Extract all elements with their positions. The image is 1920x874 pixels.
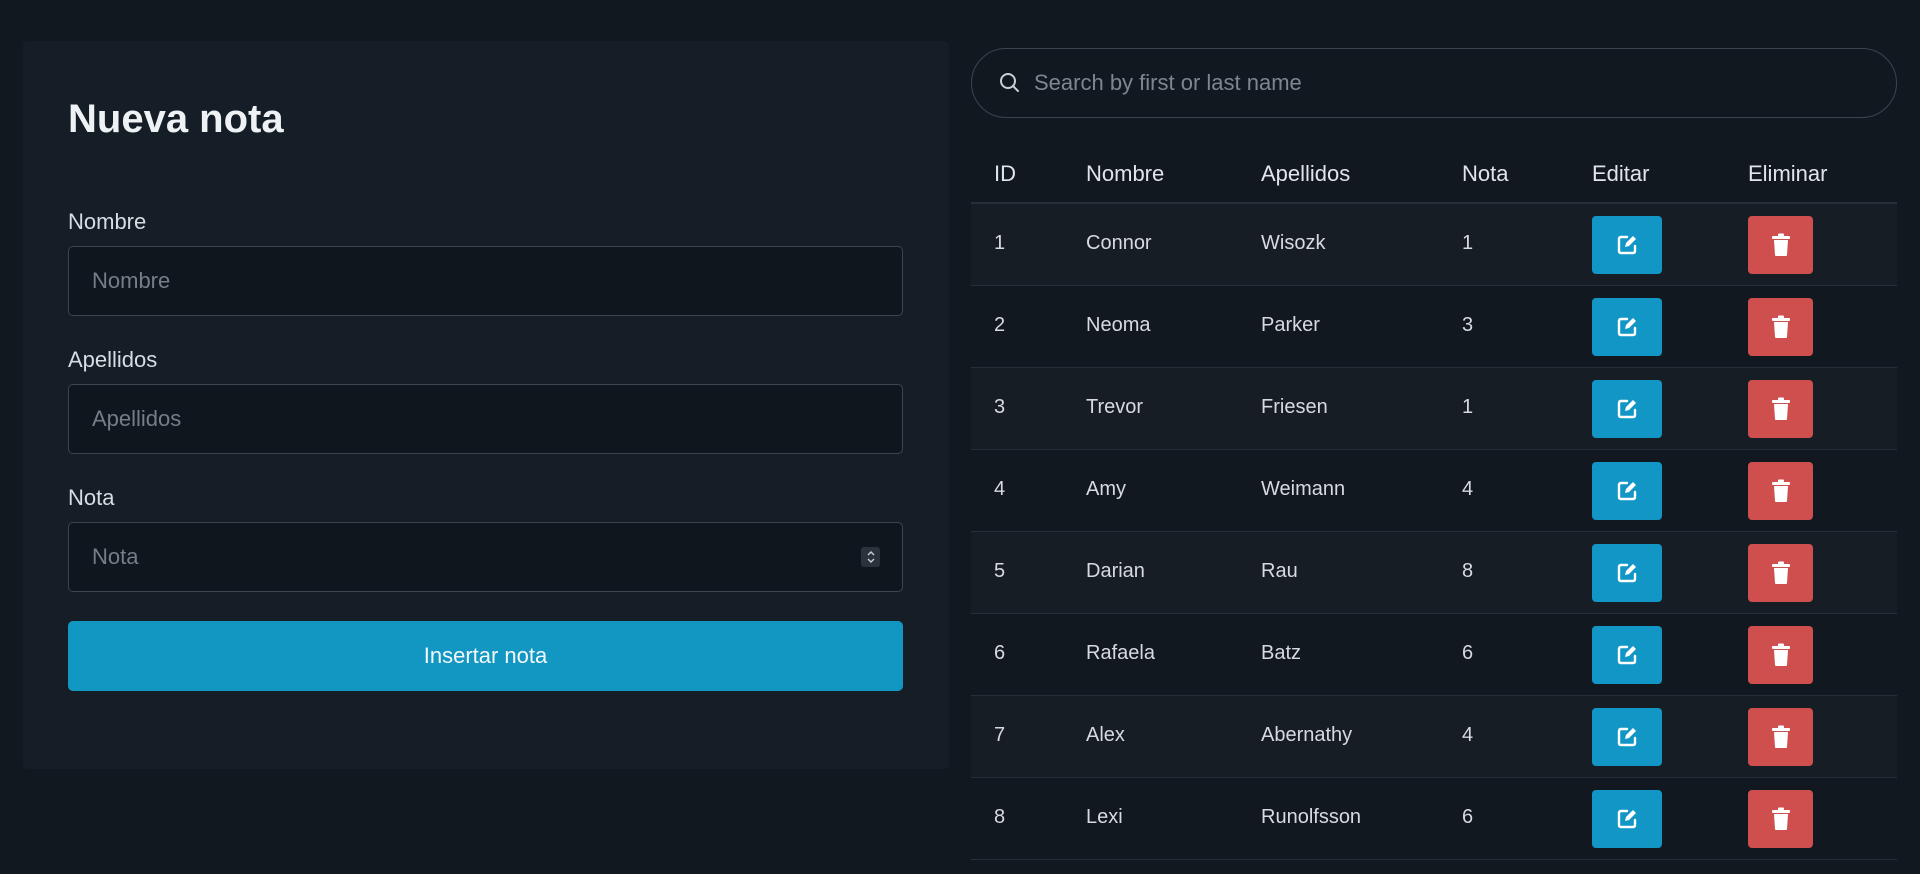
- cell-nota: 1: [1462, 396, 1474, 418]
- cell-apellidos: Abernathy: [1261, 724, 1353, 746]
- edit-button[interactable]: [1592, 380, 1662, 438]
- table-row: 1 Connor Wisozk 1: [971, 204, 1897, 286]
- trash-icon: [1771, 561, 1790, 584]
- cell-nota: 4: [1462, 724, 1474, 746]
- search-input[interactable]: [1034, 49, 1874, 117]
- cell-id: 8: [994, 806, 1006, 828]
- edit-button[interactable]: [1592, 626, 1662, 684]
- edit-icon: [1617, 727, 1637, 747]
- table-row: 2 Neoma Parker 3: [971, 286, 1897, 368]
- delete-button[interactable]: [1748, 380, 1813, 438]
- cell-apellidos: Friesen: [1261, 396, 1328, 418]
- cell-nota: 6: [1462, 642, 1474, 664]
- search-icon: [1000, 73, 1019, 92]
- cell-nota: 8: [1462, 560, 1474, 582]
- cell-nota: 6: [1462, 806, 1474, 828]
- search-bar[interactable]: [971, 48, 1897, 118]
- trash-icon: [1771, 233, 1790, 256]
- cell-nombre: Darian: [1086, 560, 1145, 582]
- cell-nombre: Trevor: [1086, 396, 1144, 418]
- delete-button[interactable]: [1748, 462, 1813, 520]
- cell-id: 4: [994, 478, 1006, 500]
- form-title: Nueva nota: [68, 97, 284, 141]
- cell-nombre: Neoma: [1086, 314, 1151, 336]
- header-apellidos: Apellidos: [1261, 161, 1351, 186]
- trash-icon: [1771, 725, 1790, 748]
- cell-apellidos: Runolfsson: [1261, 806, 1362, 828]
- delete-button[interactable]: [1748, 298, 1813, 356]
- table-row: 5 Darian Rau 8: [971, 532, 1897, 614]
- cell-id: 7: [994, 724, 1006, 746]
- edit-icon: [1617, 235, 1637, 255]
- edit-icon: [1617, 481, 1637, 501]
- header-eliminar: Eliminar: [1748, 161, 1828, 186]
- cell-apellidos: Weimann: [1261, 478, 1346, 500]
- table-header: ID Nombre Apellidos Nota Editar Eliminar: [971, 148, 1897, 204]
- apellidos-label: Apellidos: [68, 347, 158, 372]
- nota-label: Nota: [68, 485, 115, 510]
- table-row: 8 Lexi Runolfsson 6: [971, 778, 1897, 860]
- edit-icon: [1617, 809, 1637, 829]
- nota-input[interactable]: [68, 522, 903, 592]
- edit-icon: [1617, 645, 1637, 665]
- cell-apellidos: Rau: [1261, 560, 1298, 582]
- nombre-label: Nombre: [68, 209, 147, 234]
- trash-icon: [1771, 807, 1790, 830]
- trash-icon: [1771, 479, 1790, 502]
- nota-spinner[interactable]: [861, 547, 880, 567]
- cell-apellidos: Batz: [1261, 642, 1302, 664]
- edit-button[interactable]: [1592, 462, 1662, 520]
- cell-nombre: Amy: [1086, 478, 1126, 500]
- cell-apellidos: Parker: [1261, 314, 1320, 336]
- edit-icon: [1617, 317, 1637, 337]
- header-editar: Editar: [1592, 161, 1650, 186]
- nombre-input[interactable]: [68, 246, 903, 316]
- delete-button[interactable]: [1748, 544, 1813, 602]
- edit-button[interactable]: [1592, 708, 1662, 766]
- cell-nombre: Alex: [1086, 724, 1125, 746]
- new-note-form: Nueva nota Nombre Apellidos Nota Inserta…: [23, 41, 949, 769]
- cell-nombre: Connor: [1086, 232, 1152, 254]
- cell-id: 5: [994, 560, 1006, 582]
- cell-nota: 4: [1462, 478, 1474, 500]
- trash-icon: [1771, 315, 1790, 338]
- notes-table: ID Nombre Apellidos Nota Editar Eliminar…: [971, 148, 1897, 860]
- trash-icon: [1771, 397, 1790, 420]
- delete-button[interactable]: [1748, 708, 1813, 766]
- header-nombre: Nombre: [1086, 161, 1165, 186]
- chevron-up-down-icon: [867, 551, 874, 563]
- insert-note-button[interactable]: Insertar nota: [68, 621, 903, 691]
- edit-button[interactable]: [1592, 790, 1662, 848]
- edit-button[interactable]: [1592, 544, 1662, 602]
- edit-button[interactable]: [1592, 216, 1662, 274]
- cell-id: 2: [994, 314, 1006, 336]
- table-row: 6 Rafaela Batz 6: [971, 614, 1897, 696]
- cell-id: 1: [994, 232, 1006, 254]
- edit-icon: [1617, 563, 1637, 583]
- delete-button[interactable]: [1748, 790, 1813, 848]
- table-row: 7 Alex Abernathy 4: [971, 696, 1897, 778]
- apellidos-input[interactable]: [68, 384, 903, 454]
- header-id: ID: [994, 161, 1016, 186]
- trash-icon: [1771, 643, 1790, 666]
- cell-nota: 1: [1462, 232, 1474, 254]
- edit-button[interactable]: [1592, 298, 1662, 356]
- cell-nombre: Lexi: [1086, 806, 1123, 828]
- table-body: 1 Connor Wisozk 1 2 Neoma Parker 3 3 Trevor Friese…: [971, 204, 1897, 860]
- cell-id: 3: [994, 396, 1006, 418]
- cell-nombre: Rafaela: [1086, 642, 1155, 664]
- edit-icon: [1617, 399, 1637, 419]
- table-row: 4 Amy Weimann 4: [971, 450, 1897, 532]
- cell-id: 6: [994, 642, 1006, 664]
- cell-nota: 3: [1462, 314, 1474, 336]
- delete-button[interactable]: [1748, 626, 1813, 684]
- table-row: 3 Trevor Friesen 1: [971, 368, 1897, 450]
- header-nota: Nota: [1462, 161, 1509, 186]
- cell-apellidos: Wisozk: [1261, 232, 1326, 254]
- delete-button[interactable]: [1748, 216, 1813, 274]
